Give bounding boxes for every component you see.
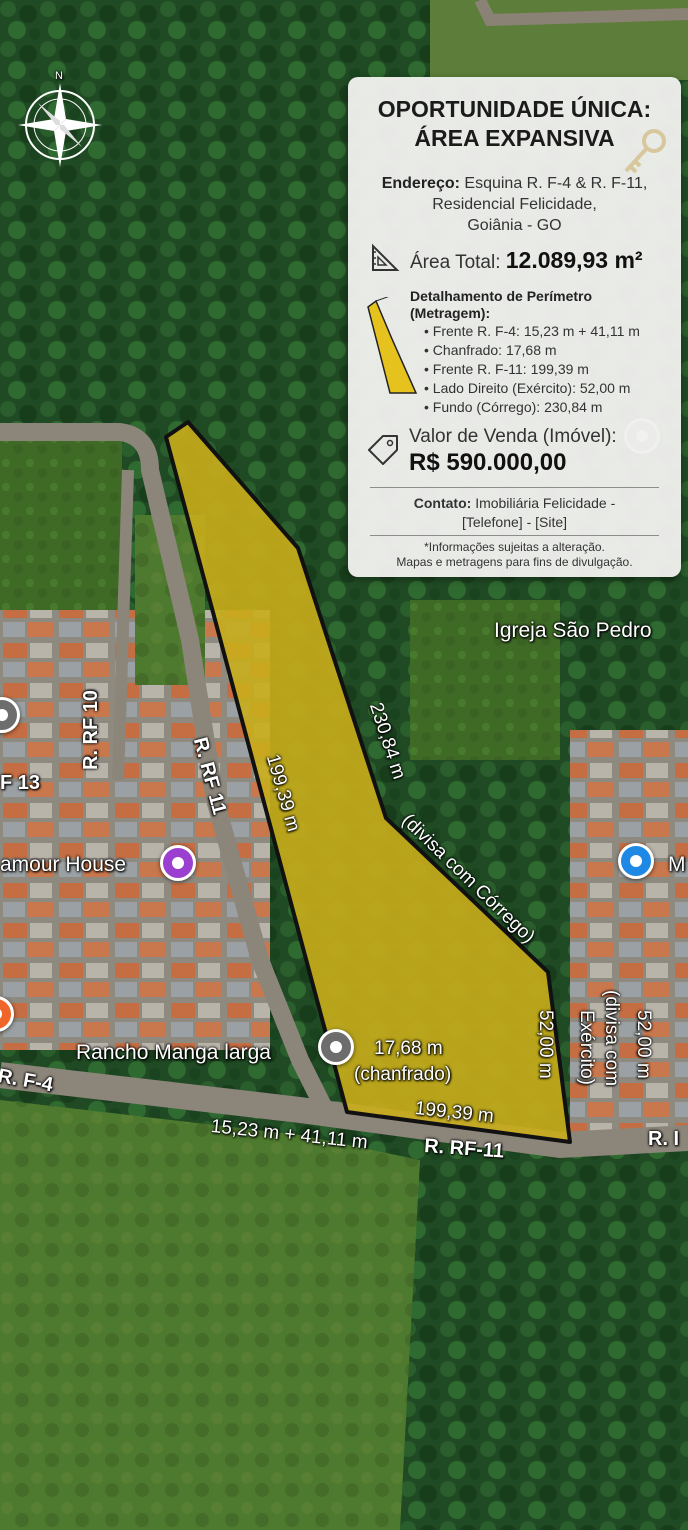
address-line1: Endereço: Esquina R. F-4 & R. F-11, xyxy=(348,173,681,194)
perimeter-heading-line2: (Metragem): xyxy=(410,305,491,321)
pin-dot xyxy=(330,1041,342,1053)
street-rf10-label: R. RF 10 xyxy=(80,689,102,770)
perimeter-item: Frente R. F-11: 199,39 m xyxy=(424,360,640,379)
area-row: Área Total: 12.089,93 m² xyxy=(370,241,670,277)
divider xyxy=(370,535,659,536)
compass-north-label: N xyxy=(55,70,63,82)
grey-place-pin-icon[interactable] xyxy=(318,1029,354,1065)
listing-info-card: OPORTUNIDADE ÚNICA: ÁREA EXPANSIVA Ender… xyxy=(348,77,681,577)
dim-chamfer-value: 17,68 m xyxy=(374,1038,443,1059)
perimeter-list: Frente R. F-4: 15,23 m + 41,11 m Chanfra… xyxy=(424,322,640,417)
blue-place-pin-icon[interactable] xyxy=(618,843,654,879)
dim-right-note-line1: (divisa com xyxy=(601,990,622,1087)
contact-label: Contato: xyxy=(413,495,472,511)
disclaimer-line2: Mapas e metragens para fins de divulgaçã… xyxy=(396,555,633,569)
contact-line2: [Telefone] - [Site] xyxy=(461,514,568,530)
pin-dot xyxy=(630,855,642,867)
perimeter-heading-line1: Detalhamento de Perímetro xyxy=(410,288,593,304)
pin-dot xyxy=(0,709,8,721)
price-tag-icon xyxy=(368,435,398,465)
divider xyxy=(370,487,659,488)
dim-right-outside: 52,00 m xyxy=(633,1010,654,1079)
bottom-pasture xyxy=(0,1100,420,1530)
address-label: Endereço: xyxy=(381,175,460,192)
price-label: Valor de Venda (Imóvel): xyxy=(409,426,617,447)
perimeter-block: Detalhamento de Perímetro (Metragem): Fr… xyxy=(366,285,676,415)
perimeter-heading: Detalhamento de Perímetro (Metragem): xyxy=(410,288,592,322)
address-block: Endereço: Esquina R. F-4 & R. F-11, Resi… xyxy=(348,173,681,236)
key-icon xyxy=(624,129,666,174)
contact-line1-text: Imobiliária Felicidade - xyxy=(475,495,616,511)
pin-dot xyxy=(0,1008,2,1020)
disclaimer: *Informações sujeitas a alteração. Mapas… xyxy=(348,540,681,570)
address-line2: Residencial Felicidade, xyxy=(432,196,597,213)
contact-line1: Contato: Imobiliária Felicidade - xyxy=(348,494,681,513)
contact-block: Contato: Imobiliária Felicidade - [Telef… xyxy=(348,494,681,532)
price-value: R$ 590.000,00 xyxy=(409,449,567,476)
area-label: Área Total: xyxy=(410,252,501,273)
set-square-icon xyxy=(372,243,400,271)
pin-dot xyxy=(172,857,184,869)
perimeter-item: Lado Direito (Exército): 52,00 m xyxy=(424,379,640,398)
address-line3: Goiânia - GO xyxy=(467,217,562,234)
price-row: Valor de Venda (Imóvel): R$ 590.000,00 xyxy=(366,423,666,479)
church-label[interactable]: Igreja São Pedro xyxy=(494,619,652,643)
perimeter-item: Fundo (Córrego): 230,84 m xyxy=(424,398,640,417)
street-rf13-label: F 13 xyxy=(0,772,41,794)
glamour-house-label[interactable]: amour House xyxy=(0,853,126,877)
area-value: 12.089,93 m² xyxy=(505,247,643,273)
disclaimer-line1: *Informações sujeitas a alteração. xyxy=(424,540,605,554)
address-line1-text: Esquina R. F-4 & R. F-11, xyxy=(464,175,648,192)
card-title-line1: OPORTUNIDADE ÚNICA: xyxy=(377,96,652,122)
dim-chamfer-note: (chanfrado) xyxy=(354,1064,452,1085)
perimeter-item: Frente R. F-4: 15,23 m + 41,11 m xyxy=(424,322,640,341)
dim-right-note-line2: Exército) xyxy=(576,1010,597,1085)
perimeter-item: Chanfrado: 17,68 m xyxy=(424,341,640,360)
right-edge-poi-label[interactable]: M xyxy=(668,853,686,877)
area-text: Área Total: 12.089,93 m² xyxy=(410,247,643,274)
street-right-edge-label: R. I xyxy=(648,1128,680,1150)
left-field xyxy=(0,440,122,610)
dim-right-inside: 52,00 m xyxy=(535,1010,556,1079)
purple-place-pin-icon[interactable] xyxy=(160,845,196,881)
rancho-label[interactable]: Rancho Manga larga xyxy=(76,1041,271,1065)
